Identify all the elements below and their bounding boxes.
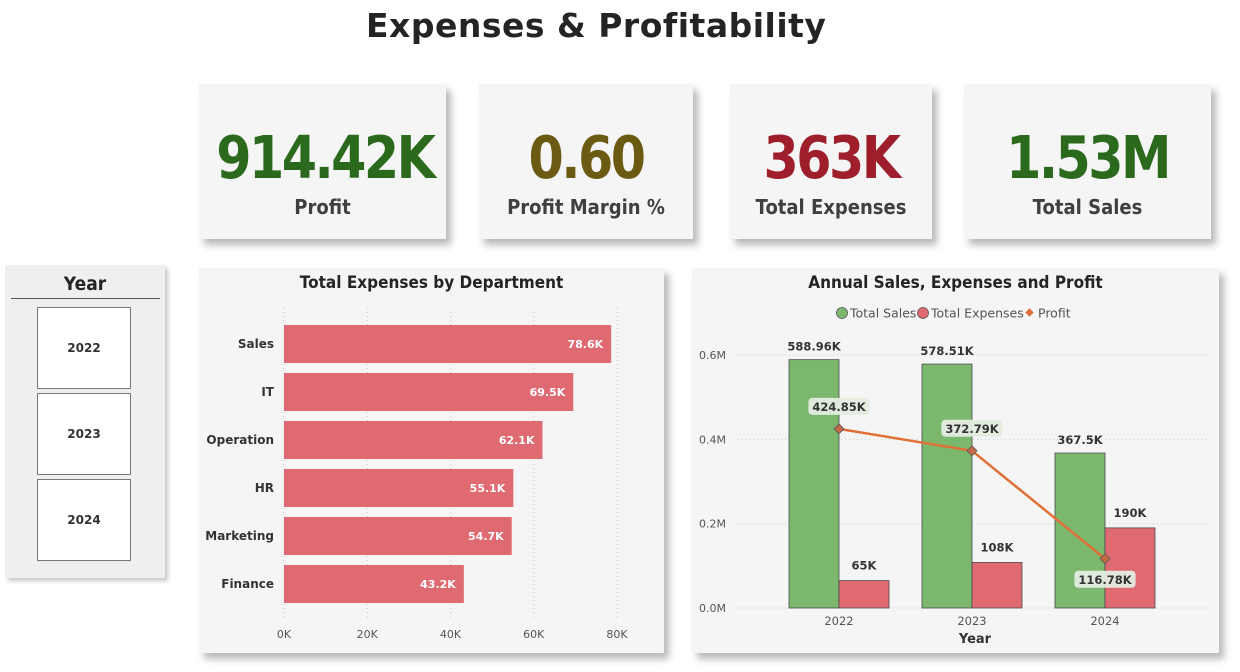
legend-label-profit: Profit	[1038, 306, 1071, 321]
y-tick-label-0-6m: 0.6M	[699, 349, 726, 362]
kpi-card-profit-margin: 0.60 Profit Margin %	[479, 84, 693, 239]
x-tick-label-60k: 60K	[523, 628, 545, 641]
category-label-finance: Finance	[221, 577, 274, 591]
data-label-total-expenses-2023: 108K	[981, 540, 1015, 554]
x-tick-label-40k: 40K	[440, 628, 462, 641]
y-tick-label-0-4m: 0.4M	[699, 433, 726, 446]
legend-marker-profit	[1025, 308, 1034, 317]
data-label-total-sales-2023: 578.51K	[920, 344, 974, 358]
x-tick-label-0k: 0K	[277, 628, 292, 641]
bar-total-expenses-2024	[1104, 527, 1156, 609]
page-title: Expenses & Profitability	[366, 6, 827, 45]
kpi-label-profit-margin: Profit Margin %	[507, 195, 665, 219]
dashboard-page: Expenses & Profitability 914.42K Profit …	[0, 0, 1240, 672]
x-tick-label-2022: 2022	[824, 614, 853, 628]
kpi-label-total-sales: Total Sales	[1032, 195, 1143, 219]
y-tick-label-0-2m: 0.2M	[699, 518, 726, 531]
category-label-it: IT	[261, 385, 274, 399]
category-label-marketing: Marketing	[205, 529, 274, 543]
annual-chart-card: Annual Sales, Expenses and Profit Total …	[692, 268, 1219, 653]
slicer-title: Year	[63, 273, 107, 295]
kpi-card-total-sales: 1.53M Total Sales	[964, 84, 1211, 239]
bar-total-sales-2022	[788, 359, 840, 609]
kpi-value-total-expenses: 363K	[763, 123, 902, 192]
kpi-label-total-expenses: Total Expenses	[755, 195, 907, 219]
x-axis-title: Year	[958, 632, 992, 647]
slicer-option-2022[interactable]: 2022	[37, 307, 131, 389]
x-tick-label-20k: 20K	[357, 628, 379, 641]
category-label-hr: HR	[255, 481, 274, 495]
data-label-total-sales-2024: 367.5K	[1057, 433, 1103, 447]
kpi-value-profit: 914.42K	[216, 123, 436, 192]
slicer-option-2024[interactable]: 2024	[37, 479, 131, 561]
data-label-total-sales-2022: 588.96K	[787, 340, 841, 354]
slicer-divider	[11, 298, 160, 299]
legend-label-total-expenses: Total Expenses	[930, 306, 1024, 321]
data-label-it: 69.5K	[530, 386, 566, 399]
data-label-hr: 55.1K	[470, 482, 506, 495]
data-label-profit-2023: 372.79K	[945, 422, 999, 436]
slicer-option-2023[interactable]: 2023	[37, 393, 131, 475]
data-label-sales: 78.6K	[568, 338, 604, 351]
legend-label-total-sales: Total Sales	[849, 306, 916, 321]
data-label-profit-2024: 116.78K	[1078, 573, 1132, 587]
kpi-card-total-expenses: 363K Total Expenses	[730, 84, 932, 239]
data-label-profit-2022: 424.85K	[812, 400, 866, 414]
y-tick-label-0-0m: 0.0M	[699, 602, 726, 615]
data-label-finance: 43.2K	[420, 578, 456, 591]
category-label-sales: Sales	[238, 337, 274, 351]
legend-marker-total-expenses	[917, 307, 929, 319]
data-label-marketing: 54.7K	[468, 530, 504, 543]
x-tick-label-80k: 80K	[606, 628, 628, 641]
bar-total-expenses-2022	[838, 580, 890, 609]
expenses-by-department-chart: 0K 20K 40K 60K 80K Sales 78.6K IT 69.5K Operation…	[205, 308, 628, 641]
bar-sales	[284, 325, 612, 363]
x-tick-label-2023: 2023	[957, 614, 986, 628]
kpi-value-total-sales: 1.53M	[1006, 123, 1171, 192]
data-label-total-expenses-2024: 190K	[1114, 506, 1148, 520]
data-label-total-expenses-2022: 65K	[852, 559, 878, 573]
year-slicer: Year 2022 2023 2024	[5, 265, 165, 578]
kpi-card-profit: 914.42K Profit	[199, 84, 446, 239]
annual-sales-expenses-profit-chart: Total Sales Total Expenses Profit 0.0M 0.2M 0…	[699, 306, 1207, 647]
kpi-value-profit-margin: 0.60	[528, 123, 646, 192]
x-tick-label-2024: 2024	[1090, 614, 1119, 628]
bar-total-expenses-2023	[971, 562, 1023, 609]
expenses-by-department-card: Total Expenses by Department 0K 20K 40K 60K…	[199, 268, 664, 653]
bar-total-sales-2023	[921, 363, 973, 609]
kpi-label-profit: Profit	[294, 195, 351, 219]
category-label-operation: Operation	[206, 433, 274, 447]
data-label-operation: 62.1K	[499, 434, 535, 447]
legend-marker-total-sales	[836, 307, 848, 319]
